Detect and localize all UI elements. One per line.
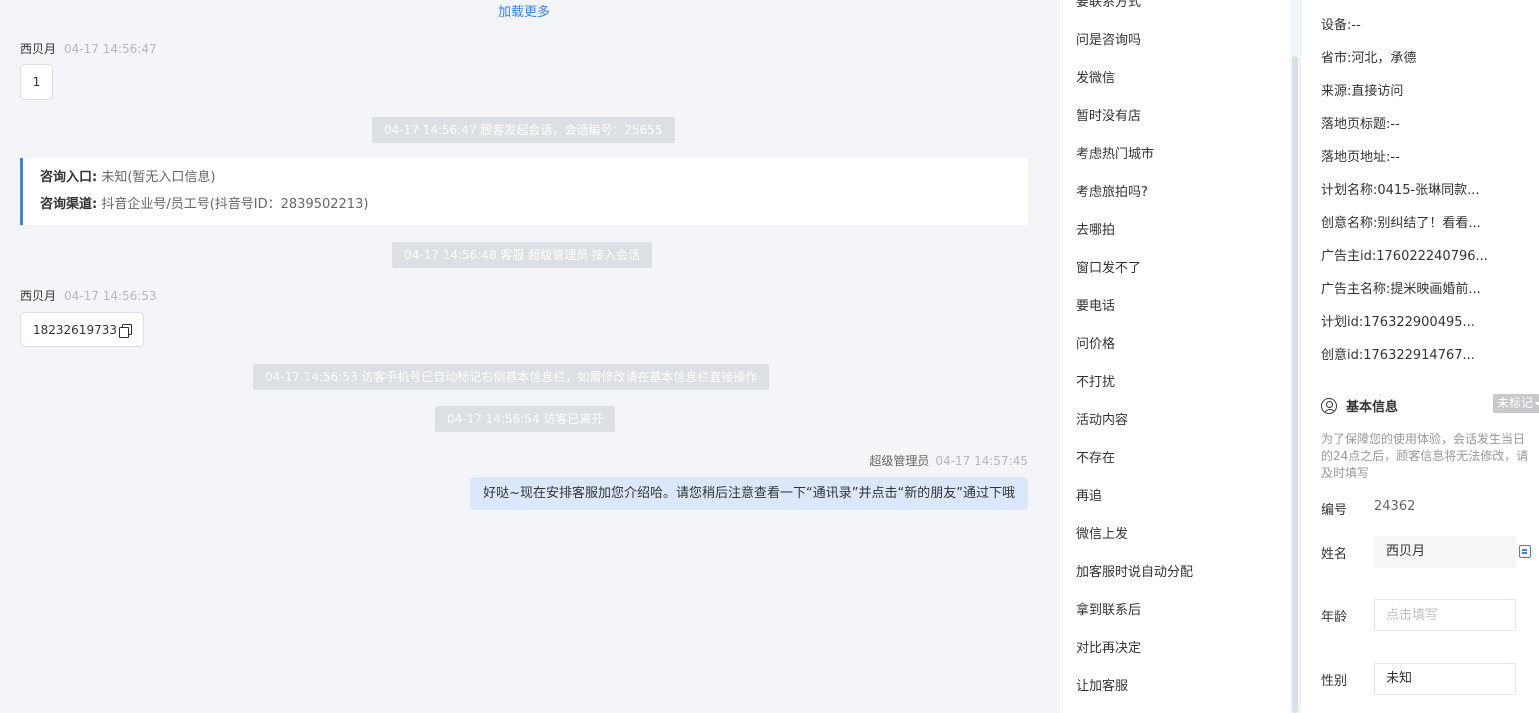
visitor-info-row: 落地页标题:--	[1321, 113, 1531, 132]
system-message: 04-17 14:56:54 访客已离开	[435, 406, 616, 432]
message-time: 04-17 14:56:53	[64, 289, 157, 303]
visitor-info-row: 计划id:176322900495...	[1321, 311, 1531, 330]
quick-reply-item[interactable]: 去哪拍	[1076, 219, 1115, 238]
system-message: 04-17 14:56:47 顾客发起会话，会话编号：25655	[372, 117, 675, 143]
consult-info-card: 咨询入口: 未知(暂无入口信息) 咨询渠道: 抖音企业号/员工号(抖音号ID：2…	[20, 158, 1028, 225]
info-value: 0415-张琳同款...	[1377, 183, 1480, 198]
number-label: 编号	[1321, 503, 1348, 518]
info-value: 河北，承德	[1351, 51, 1417, 66]
info-label: 创意id:	[1321, 348, 1364, 363]
info-label: 落地页地址:	[1321, 150, 1391, 165]
message-meta: 西贝月 04-17 14:56:47	[20, 40, 157, 57]
chat-panel: 加载更多 西贝月 04-17 14:56:47 1 04-17 14:56:47 …	[0, 0, 1048, 713]
info-value: 别纠结了！看看...	[1377, 216, 1481, 231]
gender-label: 性别	[1321, 674, 1348, 689]
age-label: 年龄	[1321, 610, 1348, 625]
system-message: 04-17 14:56:48 客服 超级管理员 接入会话	[392, 242, 653, 268]
age-input[interactable]	[1374, 599, 1516, 631]
quick-reply-item[interactable]: 拿到联系后	[1076, 599, 1141, 618]
sender-name: 西贝月	[20, 289, 57, 303]
info-label: 广告主名称:	[1321, 282, 1391, 297]
agent-name: 超级管理员	[869, 454, 930, 468]
quick-reply-item[interactable]: 窗口发不了	[1076, 257, 1141, 276]
name-field[interactable]: 西贝月	[1374, 536, 1516, 568]
quick-reply-item[interactable]: 要电话	[1076, 295, 1115, 314]
agent-message-bubble: 好哒~现在安排客服加您介绍哈。请您稍后注意查看一下“通讯录”并点击“新的朋友”通…	[470, 477, 1028, 510]
info-label: 计划名称:	[1321, 183, 1378, 198]
info-value: 176322914767...	[1363, 348, 1475, 363]
name-label: 姓名	[1321, 547, 1348, 562]
info-value: 直接访问	[1351, 84, 1404, 99]
edit-deadline-notice: 为了保障您的使用体验，会话发生当日的24点之后，顾客信息将无法修改，请及时填写	[1321, 432, 1529, 480]
quick-reply-item[interactable]: 发微信	[1076, 67, 1115, 86]
edit-icon[interactable]	[1519, 545, 1531, 558]
message-meta: 西贝月 04-17 14:56:53	[20, 287, 157, 304]
quick-reply-item[interactable]: 对比再决定	[1076, 637, 1141, 656]
gender-select[interactable]: 未知	[1374, 663, 1516, 695]
visitor-info-row: 创意名称:别纠结了！看看...	[1321, 212, 1531, 231]
visitor-info-row: 省市:河北，承德	[1321, 47, 1531, 66]
message-time: 04-17 14:56:47	[64, 42, 157, 56]
info-value: --	[1351, 18, 1361, 33]
info-value: 176022240796...	[1376, 249, 1488, 264]
consult-entry-row: 咨询入口: 未知(暂无入口信息)	[40, 168, 1028, 195]
sender-name: 西贝月	[20, 42, 57, 56]
consult-entry-value: 未知(暂无入口信息)	[101, 170, 216, 185]
message-text: 18232619733	[33, 322, 117, 337]
info-label: 创意名称:	[1321, 216, 1378, 231]
visitor-info-row: 计划名称:0415-张琳同款...	[1321, 179, 1531, 198]
load-more-link[interactable]: 加载更多	[0, 1, 1048, 20]
consult-entry-label: 咨询入口:	[40, 170, 98, 185]
visitor-message-bubble: 1	[20, 64, 53, 100]
quick-reply-item[interactable]: 考虑旅拍吗?	[1076, 181, 1148, 200]
tag-status-label: 未标记	[1497, 396, 1534, 410]
info-value: 176322900495...	[1363, 315, 1475, 330]
visitor-message-bubble: 18232619733	[20, 312, 144, 347]
caret-down-icon	[1535, 401, 1539, 406]
quick-reply-item[interactable]: 要联系方式	[1076, 0, 1141, 10]
consult-channel-label: 咨询渠道:	[40, 197, 98, 212]
visitor-info-row: 广告主名称:提米映画婚前...	[1321, 278, 1531, 297]
quick-reply-item[interactable]: 活动内容	[1076, 409, 1128, 428]
quick-reply-list: 要联系方式 问是咨询吗 发微信 暂时没有店 考虑热门城市 考虑旅拍吗? 去哪拍 …	[1060, 0, 1290, 713]
quick-reply-item[interactable]: 问价格	[1076, 333, 1115, 352]
message-time: 04-17 14:57:45	[935, 454, 1028, 468]
visitor-info-row: 广告主id:176022240796...	[1321, 245, 1531, 264]
info-label: 广告主id:	[1321, 249, 1377, 264]
info-label: 设备:	[1321, 18, 1352, 33]
message-text: 1	[32, 75, 41, 89]
quick-reply-item[interactable]: 让加客服	[1076, 675, 1128, 694]
number-value: 24362	[1374, 499, 1416, 514]
quick-reply-item[interactable]: 不存在	[1076, 447, 1115, 466]
quick-reply-item[interactable]: 微信上发	[1076, 523, 1128, 542]
consult-channel-row: 咨询渠道: 抖音企业号/员工号(抖音号ID：2839502213)	[40, 195, 1028, 222]
visitor-info-panel: 设备:-- 省市:河北，承德 来源:直接访问 落地页标题:-- 落地页地址:--…	[1300, 0, 1539, 713]
visitor-info-row: 来源:直接访问	[1321, 80, 1531, 99]
tag-status-dropdown[interactable]: 未标记	[1493, 394, 1539, 413]
quick-reply-item[interactable]: 暂时没有店	[1076, 105, 1141, 124]
quick-reply-scrollbar[interactable]	[1292, 56, 1298, 713]
quick-reply-item[interactable]: 加客服时说自动分配	[1076, 561, 1193, 580]
info-label: 省市:	[1321, 51, 1352, 66]
visitor-info-row: 创意id:176322914767...	[1321, 344, 1531, 363]
info-label: 计划id:	[1321, 315, 1364, 330]
quick-reply-item[interactable]: 问是咨询吗	[1076, 29, 1141, 48]
basic-info-header: 基本信息 未标记	[1321, 394, 1539, 415]
visitor-info-row: 设备:--	[1321, 14, 1531, 33]
quick-reply-item[interactable]: 考虑热门城市	[1076, 143, 1154, 162]
system-message: 04-17 14:56:53 访客手机号已自动标记右侧基本信息栏，如需修改请在基…	[253, 364, 770, 390]
info-value: --	[1390, 117, 1400, 132]
quick-reply-item[interactable]: 不打扰	[1076, 371, 1115, 390]
info-value: 提米映画婚前...	[1390, 282, 1481, 297]
copy-icon[interactable]	[118, 323, 132, 338]
agent-message-meta: 超级管理员 04-17 14:57:45	[869, 452, 1028, 469]
visitor-info-row: 落地页地址:--	[1321, 146, 1531, 165]
info-label: 来源:	[1321, 84, 1352, 99]
info-value: --	[1390, 150, 1400, 165]
user-circle-icon	[1321, 397, 1337, 414]
consult-channel-value: 抖音企业号/员工号(抖音号ID：2839502213)	[101, 197, 369, 212]
basic-info-title: 基本信息	[1346, 400, 1399, 415]
quick-reply-item[interactable]: 再追	[1076, 485, 1102, 504]
info-label: 落地页标题:	[1321, 117, 1391, 132]
